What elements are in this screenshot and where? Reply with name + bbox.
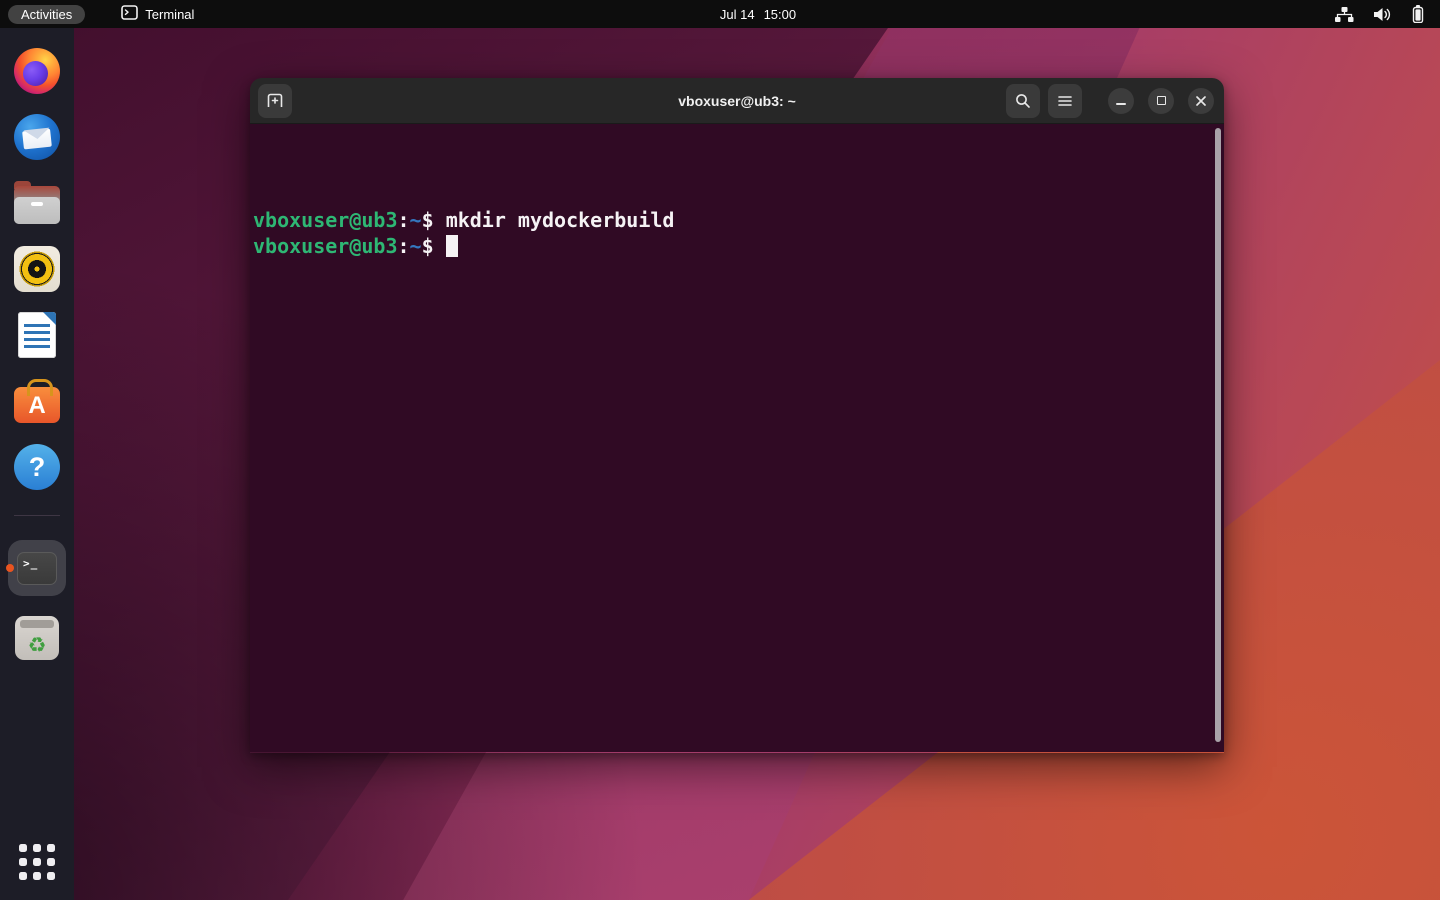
focused-app-label: Terminal [145, 7, 194, 22]
terminal-scrollbar[interactable] [1215, 128, 1221, 742]
maximize-icon [1157, 96, 1166, 105]
dock: A ? >_ ♻ [0, 28, 74, 900]
terminal-line: vboxuser@ub3:~$ mkdir mydockerbuild [253, 207, 1204, 233]
close-icon [1195, 95, 1207, 107]
close-button[interactable] [1188, 88, 1214, 114]
dock-item-terminal[interactable]: >_ [0, 540, 74, 596]
terminal-app-icon [121, 5, 138, 23]
clock-time: 15:00 [764, 7, 797, 22]
dock-item-firefox[interactable] [0, 47, 74, 95]
dock-item-libreoffice-writer[interactable] [0, 311, 74, 359]
running-indicator [6, 564, 14, 572]
terminal-cursor [446, 235, 458, 257]
system-tray[interactable] [1335, 5, 1424, 23]
rhythmbox-icon [14, 246, 60, 292]
volume-icon [1374, 7, 1392, 22]
minimize-icon [1116, 103, 1126, 105]
terminal-line: vboxuser@ub3:~$ [253, 233, 1204, 259]
network-icon [1335, 7, 1354, 22]
battery-icon [1412, 5, 1424, 23]
window-title: vboxuser@ub3: ~ [678, 93, 796, 109]
dock-item-thunderbird[interactable] [0, 113, 74, 161]
new-tab-button[interactable] [258, 84, 292, 118]
firefox-icon [14, 48, 60, 94]
terminal-output[interactable]: vboxuser@ub3:~$ mkdir mydockerbuildvboxu… [250, 124, 1224, 752]
search-icon [1015, 93, 1031, 109]
activities-button[interactable]: Activities [8, 5, 85, 24]
dock-item-rhythmbox[interactable] [0, 245, 74, 293]
ubuntu-software-icon: A [14, 387, 60, 423]
dock-item-ubuntu-software[interactable]: A [0, 377, 74, 425]
new-tab-icon [267, 93, 283, 108]
dock-item-help[interactable]: ? [0, 443, 74, 491]
menu-button[interactable] [1048, 84, 1082, 118]
dock-item-files[interactable] [0, 179, 74, 227]
libreoffice-writer-icon [18, 312, 56, 358]
terminal-icon: >_ [17, 552, 57, 585]
minimize-button[interactable] [1108, 88, 1134, 114]
terminal-active-tile: >_ [8, 540, 66, 596]
files-icon [14, 186, 60, 224]
thunderbird-icon [14, 114, 60, 160]
trash-icon: ♻ [15, 616, 59, 660]
dock-item-trash[interactable]: ♻ [0, 614, 74, 662]
dock-separator [14, 515, 60, 516]
hamburger-menu-icon [1057, 95, 1073, 107]
search-button[interactable] [1006, 84, 1040, 118]
top-bar: Activities Terminal Jul 14 15:00 [0, 0, 1440, 28]
clock[interactable]: Jul 14 15:00 [720, 7, 796, 22]
terminal-window: vboxuser@ub3: ~ [250, 78, 1224, 753]
help-icon: ? [14, 444, 60, 490]
clock-date: Jul 14 [720, 7, 755, 22]
show-applications-button[interactable] [19, 844, 55, 880]
window-titlebar[interactable]: vboxuser@ub3: ~ [250, 78, 1224, 124]
focused-app-indicator[interactable]: Terminal [121, 5, 194, 23]
maximize-button[interactable] [1148, 88, 1174, 114]
